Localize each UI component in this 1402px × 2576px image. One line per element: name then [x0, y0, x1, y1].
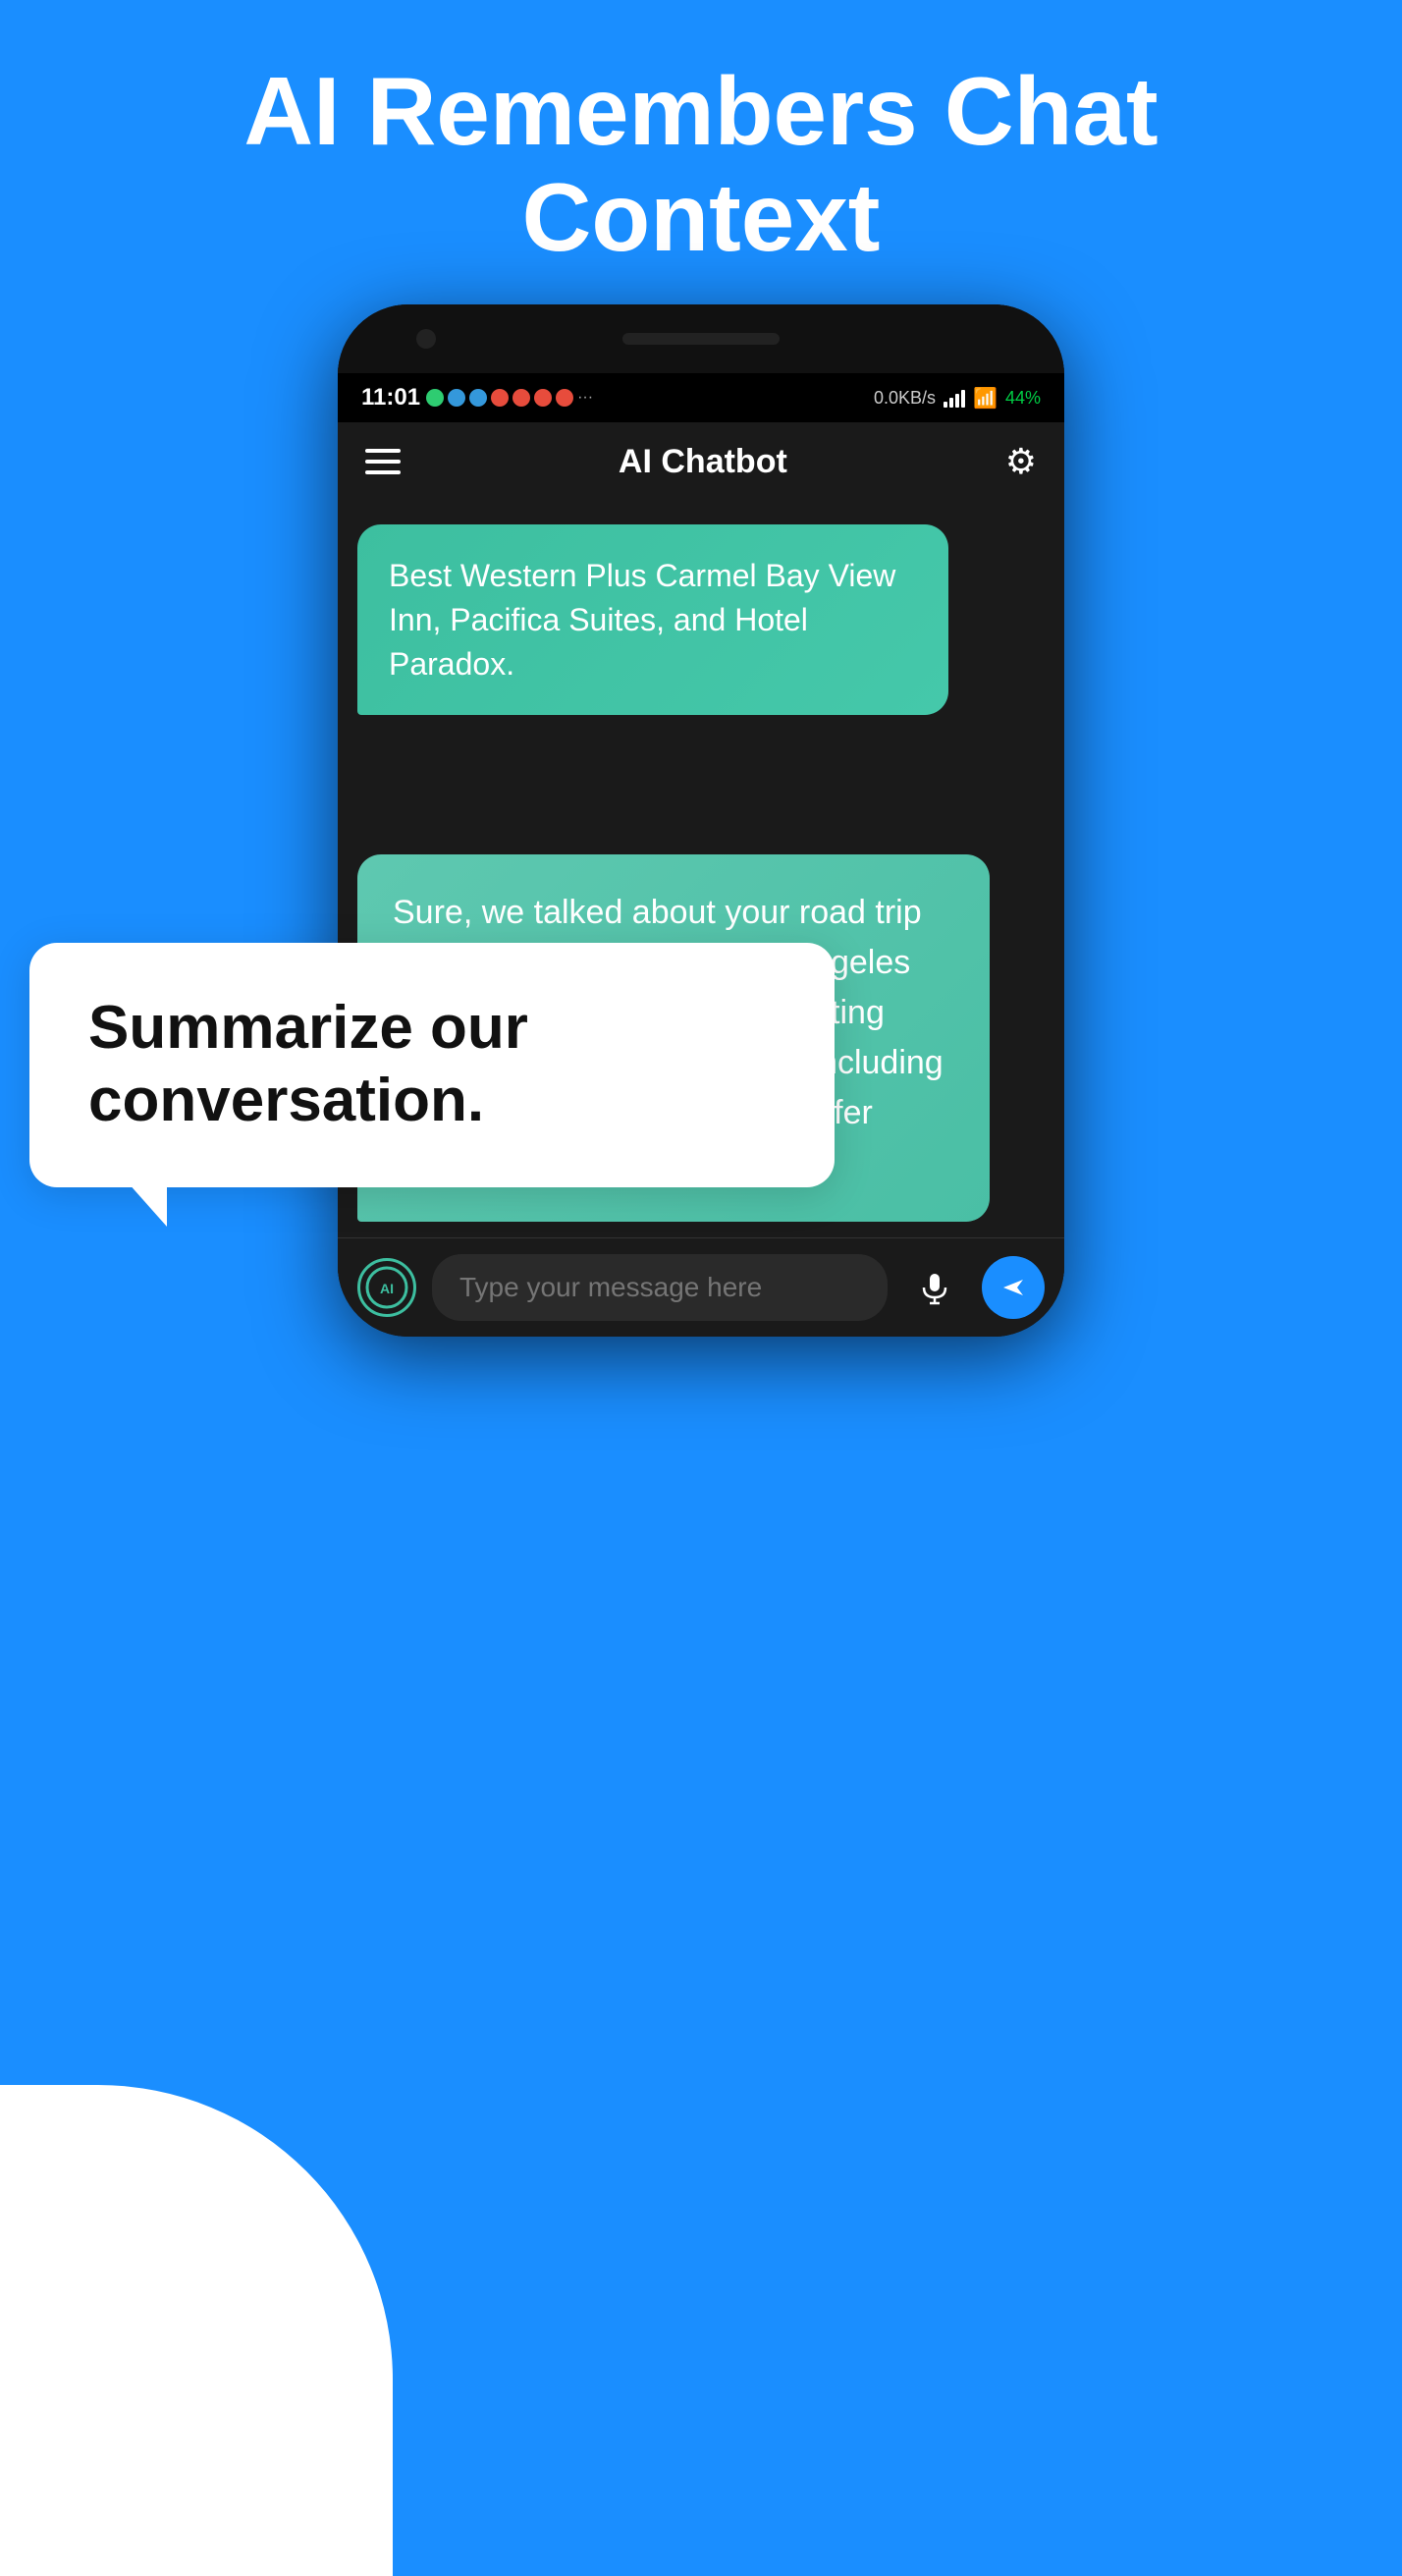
app-icon-6 — [534, 389, 552, 407]
signal-bar-1 — [944, 402, 947, 408]
ai-message-1-text: Best Western Plus Carmel Bay View Inn, P… — [389, 558, 895, 682]
ai-bot-icon: AI — [365, 1266, 408, 1309]
signal-bar-4 — [961, 390, 965, 408]
app-icon-5 — [512, 389, 530, 407]
front-camera — [416, 329, 436, 349]
phone-speaker — [622, 333, 780, 345]
status-bar: 11:01 ··· 0.0KB/s — [338, 373, 1064, 422]
status-app-icons: ··· — [426, 389, 593, 407]
battery-icon: 44% — [1005, 388, 1041, 409]
speech-bubble-text: Summarize our conversation. — [88, 994, 528, 1134]
app-header: AI Chatbot ⚙ — [338, 422, 1064, 501]
chat-messages-area: Best Western Plus Carmel Bay View Inn, P… — [338, 501, 1064, 835]
status-time: 11:01 — [361, 384, 420, 411]
ai-avatar: AI — [357, 1258, 416, 1317]
app-icon-4 — [491, 389, 509, 407]
microphone-button[interactable] — [903, 1256, 966, 1319]
app-icon-3 — [469, 389, 487, 407]
mic-icon — [917, 1270, 952, 1305]
svg-text:AI: AI — [380, 1281, 394, 1296]
more-apps-indicator: ··· — [577, 389, 593, 407]
signal-bar-2 — [949, 398, 953, 408]
menu-button[interactable] — [365, 449, 401, 474]
status-left: 11:01 ··· — [361, 384, 593, 411]
message-input[interactable] — [432, 1254, 888, 1321]
app-icon-2 — [448, 389, 465, 407]
hamburger-line-3 — [365, 470, 401, 474]
status-right: 0.0KB/s 📶 44% — [874, 386, 1041, 411]
chatbot-title: AI Chatbot — [619, 443, 787, 481]
signal-bar-3 — [955, 394, 959, 408]
send-button[interactable] — [982, 1256, 1045, 1319]
app-icon-1 — [426, 389, 444, 407]
data-speed: 0.0KB/s — [874, 388, 936, 409]
phone-notch — [338, 304, 1064, 373]
wifi-icon: 📶 — [973, 386, 998, 411]
send-icon — [998, 1272, 1029, 1303]
settings-icon[interactable]: ⚙ — [1005, 441, 1037, 482]
ai-message-1: Best Western Plus Carmel Bay View Inn, P… — [357, 524, 948, 715]
hamburger-line-1 — [365, 449, 401, 453]
page-title: AI Remembers Chat Context — [0, 59, 1402, 271]
hamburger-line-2 — [365, 460, 401, 464]
speech-bubble: Summarize our conversation. — [29, 943, 835, 1187]
message-input-area: AI — [338, 1237, 1064, 1337]
app-icon-7 — [556, 389, 573, 407]
signal-strength-icon — [944, 388, 965, 408]
battery-percent: 44% — [1005, 388, 1041, 409]
